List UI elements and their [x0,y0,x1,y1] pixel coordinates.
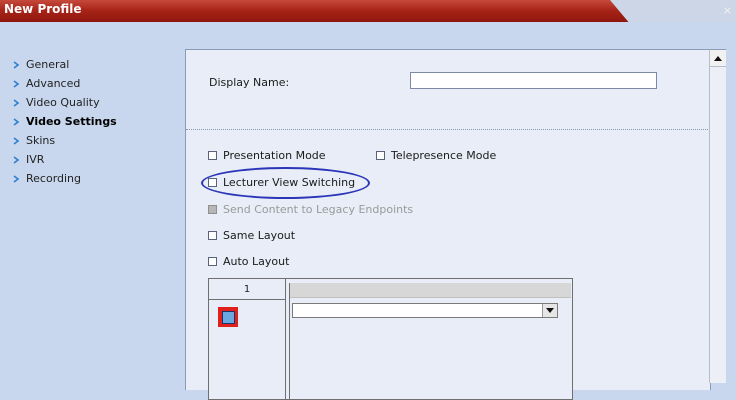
layout-column-header: 1 [209,279,285,300]
participant-select[interactable] [292,303,558,318]
chevron-down-icon[interactable] [542,304,557,317]
sidebar-item-ivr[interactable]: IVR [12,150,172,169]
telepresence-mode-label: Telepresence Mode [391,149,497,162]
presentation-mode-label: Presentation Mode [223,149,326,162]
lecturer-view-switching-option[interactable]: Lecturer View Switching [208,176,355,189]
sidebar-item-label: IVR [26,153,45,166]
sidebar-nav: General Advanced Video Quality Video Set… [12,55,172,188]
send-content-legacy-option: Send Content to Legacy Endpoints [208,203,413,216]
close-icon[interactable]: × [723,4,732,17]
same-layout-label: Same Layout [223,229,296,242]
sidebar-item-recording[interactable]: Recording [12,169,172,188]
chevron-right-icon [12,150,26,169]
titlebar-band [0,0,590,22]
chevron-right-icon [12,112,26,131]
auto-layout-label: Auto Layout [223,255,290,268]
lecturer-view-switching-label: Lecturer View Switching [223,176,356,189]
window-titlebar: New Profile × [0,0,736,22]
chevron-right-icon [12,55,26,74]
sidebar-item-video-quality[interactable]: Video Quality [12,93,172,112]
chevron-right-icon [12,131,26,150]
sidebar-item-label: Advanced [26,77,81,90]
layout-cell-icon [221,310,235,324]
chevron-right-icon [12,74,26,93]
sidebar-item-label: General [26,58,70,71]
arrow-up-icon[interactable] [710,50,726,67]
layout-thumbnail[interactable] [218,307,238,327]
telepresence-mode-checkbox[interactable] [376,151,385,160]
sidebar-item-advanced[interactable]: Advanced [12,74,172,93]
sidebar-item-video-settings[interactable]: Video Settings [12,112,172,131]
sidebar-item-skins[interactable]: Skins [12,131,172,150]
video-settings-panel: Display Name: Presentation Mode Telepres… [185,49,711,400]
sidebar-item-label: Recording [26,172,82,185]
presentation-mode-option[interactable]: Presentation Mode [208,149,326,162]
window-title: New Profile [4,2,82,16]
chevron-right-icon [12,93,26,112]
auto-layout-checkbox[interactable] [208,257,217,266]
display-name-label: Display Name: [209,76,290,89]
display-name-field[interactable] [410,72,657,89]
section-divider [186,129,710,130]
layout-column: 1 [209,279,286,399]
participant-column-header [290,283,571,298]
sidebar-item-general[interactable]: General [12,55,172,74]
sidebar-item-label: Video Quality [26,96,100,109]
sidebar-item-label: Video Settings [26,115,117,128]
presentation-mode-checkbox[interactable] [208,151,217,160]
send-content-legacy-label: Send Content to Legacy Endpoints [223,203,414,216]
same-layout-checkbox[interactable] [208,231,217,240]
auto-layout-option[interactable]: Auto Layout [208,255,289,268]
vertical-scrollbar[interactable] [709,49,726,383]
sidebar-item-label: Skins [26,134,56,147]
chevron-right-icon [12,169,26,188]
lecturer-view-switching-checkbox[interactable] [208,178,217,187]
send-content-legacy-checkbox [208,205,217,214]
telepresence-mode-option[interactable]: Telepresence Mode [376,149,496,162]
same-layout-option[interactable]: Same Layout [208,229,295,242]
